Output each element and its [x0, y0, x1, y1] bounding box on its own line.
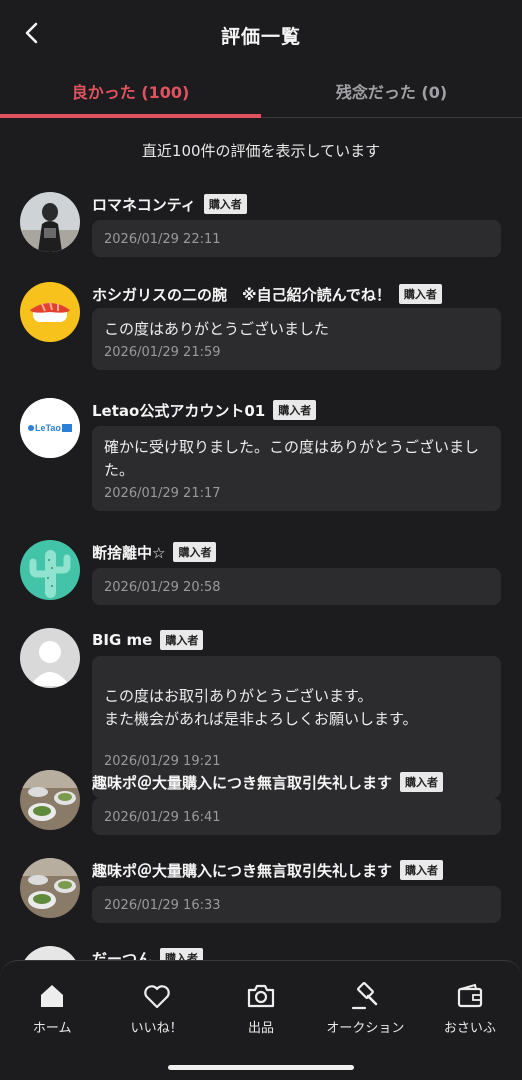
review-bubble: 確かに受け取りました。この度はありがとうございました。 2026/01/29 2…: [92, 426, 501, 511]
review-date: 2026/01/29 22:11: [104, 232, 221, 247]
reviewer-name[interactable]: ロマネコンティ: [92, 194, 196, 215]
nav-label: ホーム: [32, 1021, 72, 1036]
review-date: 2026/01/29 19:21: [104, 754, 221, 769]
nav-label: オークション: [326, 1021, 405, 1036]
review-date: 2026/01/29 16:41: [104, 810, 221, 825]
review-bubble: この度はありがとうございました 2026/01/29 21:59: [92, 308, 501, 370]
buyer-badge: 購入者: [400, 860, 444, 880]
review-date: 2026/01/29 21:59: [104, 345, 221, 360]
review-date: 2026/01/29 21:17: [104, 486, 221, 501]
reviewer-header: Letao公式アカウント01 購入者: [92, 398, 317, 422]
buyer-badge: 購入者: [398, 284, 442, 304]
reviewer-header: 趣味ポ＠大量購入につき無言取引失礼します 購入者: [92, 858, 444, 882]
reviewer-header: 断捨離中☆ 購入者: [92, 540, 217, 564]
review-bubble: 2026/01/29 16:41: [92, 798, 501, 835]
review-bubble: 2026/01/29 20:58: [92, 568, 501, 605]
reviewer-name[interactable]: 断捨離中☆: [92, 542, 165, 563]
buyer-badge: 購入者: [203, 194, 247, 214]
default-user-avatar[interactable]: [20, 628, 80, 688]
food-photo-avatar[interactable]: [20, 770, 80, 830]
food-photo-avatar[interactable]: [20, 858, 80, 918]
recent-notice: 直近100件の評価を表示しています: [141, 142, 381, 160]
review-comment: 確かに受け取りました。この度はありがとうございました。: [104, 438, 480, 479]
cactus-avatar[interactable]: [20, 540, 80, 600]
bottom-navigation: ホーム いいね！ 出品 オークション おさいふ: [0, 960, 522, 1080]
review-bubble: 2026/01/29 16:33: [92, 886, 501, 923]
reviewer-header: BIG me 購入者: [92, 628, 204, 652]
reviewer-name[interactable]: BIG me: [92, 631, 152, 649]
buyer-badge: 購入者: [160, 630, 204, 650]
review-comment: この度はありがとうございました: [104, 320, 330, 338]
nav-likes[interactable]: いいね！: [104, 961, 208, 1043]
sushi-avatar[interactable]: [20, 282, 80, 342]
buyer-badge: 購入者: [173, 542, 217, 562]
home-indicator: [168, 1065, 354, 1070]
page-title: 評価一覧: [220, 26, 301, 48]
review-date: 2026/01/29 16:33: [104, 898, 221, 913]
buyer-badge: 購入者: [400, 772, 444, 792]
reviewer-header: 趣味ポ＠大量購入につき無言取引失礼します 購入者: [92, 770, 444, 794]
nav-home[interactable]: ホーム: [0, 961, 104, 1043]
letao-logo-avatar[interactable]: LeTao: [20, 398, 80, 458]
rating-tabs: 良かった (100) 残念だった (0): [0, 64, 522, 118]
letao-logo-text: LeTao: [35, 423, 61, 433]
reviewer-header: ホシガリスの二の腕 ※自己紹介読んでね！ 購入者: [92, 282, 442, 306]
header: 評価一覧: [0, 0, 522, 64]
nav-sell[interactable]: 出品: [209, 961, 313, 1043]
tab-good[interactable]: 良かった (100): [0, 64, 261, 118]
reviewer-name[interactable]: 趣味ポ＠大量購入につき無言取引失礼します: [92, 860, 392, 881]
photo-avatar[interactable]: [20, 192, 80, 252]
camera-icon: [247, 984, 275, 1008]
tab-bad[interactable]: 残念だった (0): [261, 64, 522, 117]
nav-auction[interactable]: オークション: [313, 961, 417, 1043]
reviewer-name[interactable]: Letao公式アカウント01: [92, 400, 265, 421]
reviewer-header: ロマネコンティ 購入者: [92, 192, 247, 216]
review-date: 2026/01/29 20:58: [104, 580, 221, 595]
nav-label: いいね！: [130, 1021, 183, 1036]
nav-wallet[interactable]: おさいふ: [418, 961, 522, 1043]
buyer-badge: 購入者: [273, 400, 317, 420]
gavel-icon: [352, 982, 378, 1010]
app-screen: 評価一覧 良かった (100) 残念だった (0) 直近100件の評価を表示して…: [0, 0, 522, 1080]
review-comment: この度はお取引ありがとうございます。 また機会があれば是非よろしくお願いします。: [104, 687, 418, 728]
wallet-icon: [457, 983, 482, 1008]
nav-label: おさいふ: [443, 1021, 496, 1036]
heart-icon: [143, 985, 170, 1009]
nav-label: 出品: [248, 1021, 275, 1036]
reviewer-name[interactable]: ホシガリスの二の腕 ※自己紹介読んでね！: [92, 284, 391, 305]
home-icon: [41, 985, 64, 1007]
reviewer-name[interactable]: 趣味ポ＠大量購入につき無言取引失礼します: [92, 772, 392, 793]
review-bubble: 2026/01/29 22:11: [92, 220, 501, 257]
